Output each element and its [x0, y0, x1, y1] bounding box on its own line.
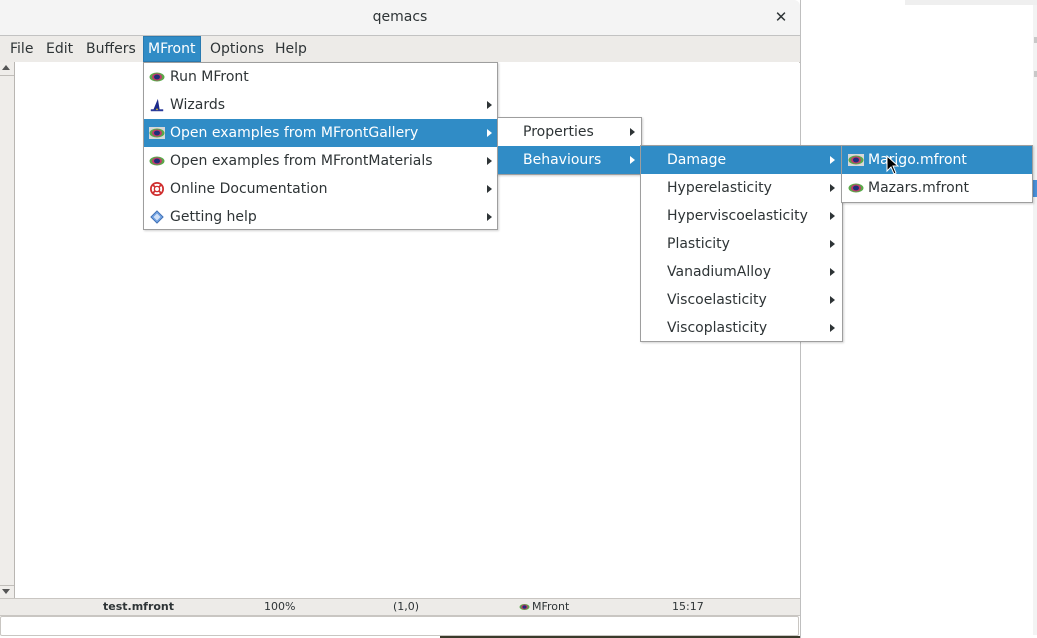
menu-item-label: Hyperelasticity — [667, 180, 772, 196]
mfront-menu: Run MFront Wizards Open examples from MF… — [143, 62, 498, 230]
status-cursor-position: (1,0) — [393, 600, 420, 613]
menu-bar: File Edit Buffers MFront Options Help — [0, 36, 800, 63]
menu-item-open-mfrontmaterials[interactable]: Open examples from MFrontMaterials — [144, 147, 497, 175]
behaviours-submenu: Damage Hyperelasticity Hyperviscoelastic… — [640, 145, 843, 342]
submenu-arrow-icon — [487, 129, 492, 137]
close-button[interactable]: ✕ — [772, 8, 790, 26]
menu-item-label: Wizards — [170, 97, 226, 113]
scroll-divider — [0, 585, 14, 586]
menu-item-label: Mazars.mfront — [868, 180, 970, 196]
submenu-arrow-icon — [830, 324, 835, 332]
menu-item-viscoplasticity[interactable]: Viscoplasticity — [641, 314, 842, 342]
submenu-arrow-icon — [487, 101, 492, 109]
menu-item-label: VanadiumAlloy — [667, 264, 772, 280]
background-window-edge — [1033, 5, 1037, 635]
status-time: 15:17 — [672, 600, 704, 613]
background-window-highlight — [1033, 180, 1037, 197]
help-diamond-icon — [150, 210, 164, 224]
close-icon: ✕ — [774, 8, 788, 26]
damage-submenu: Marigo.mfront Mazars.mfront — [841, 145, 1033, 203]
menu-item-label: Hyperviscoelasticity — [667, 208, 808, 224]
mfront-eye-icon — [519, 604, 530, 610]
menu-item-hyperelasticity[interactable]: Hyperelasticity — [641, 174, 842, 202]
menu-item-marigo-mfront[interactable]: Marigo.mfront — [842, 146, 1032, 174]
status-mode-label: MFront — [532, 600, 570, 613]
mfront-eye-icon — [149, 72, 165, 82]
submenu-arrow-icon — [487, 185, 492, 193]
menu-item-label: Run MFront — [170, 69, 249, 85]
status-zoom: 100% — [264, 600, 296, 613]
menubar-buffers[interactable]: Buffers — [82, 37, 140, 61]
menu-item-wizards[interactable]: Wizards — [144, 91, 497, 119]
submenu-arrow-icon — [487, 157, 492, 165]
menu-item-vanadiumalloy[interactable]: VanadiumAlloy — [641, 258, 842, 286]
menu-item-label: Online Documentation — [170, 181, 328, 197]
status-filename: test.mfront — [103, 600, 175, 613]
menu-item-label: Properties — [523, 124, 594, 140]
mfront-eye-icon — [149, 156, 165, 166]
wizard-hat-icon — [150, 98, 164, 112]
menubar-edit[interactable]: Edit — [42, 37, 77, 61]
menubar-options[interactable]: Options — [206, 37, 268, 61]
menu-item-hyperviscoelasticity[interactable]: Hyperviscoelasticity — [641, 202, 842, 230]
menu-item-online-documentation[interactable]: Online Documentation — [144, 175, 497, 203]
menu-item-label: Marigo.mfront — [868, 152, 967, 168]
menu-item-label: Behaviours — [523, 152, 602, 168]
minibuffer-input[interactable] — [0, 616, 799, 636]
submenu-arrow-icon — [830, 296, 835, 304]
menu-item-label: Viscoplasticity — [667, 320, 768, 336]
menu-item-label: Damage — [667, 152, 727, 168]
submenu-arrow-icon — [830, 240, 835, 248]
scroll-down-arrow-icon[interactable] — [2, 589, 10, 594]
submenu-arrow-icon — [830, 156, 835, 164]
menu-item-label: Open examples from MFrontMaterials — [170, 153, 433, 169]
menubar-mfront[interactable]: MFront — [143, 36, 201, 62]
scroll-divider — [0, 75, 14, 76]
menu-item-label: Getting help — [170, 209, 257, 225]
menu-item-mazars-mfront[interactable]: Mazars.mfront — [842, 174, 1032, 202]
status-bar: test.mfront 100% (1,0) MFront 15:17 — [0, 598, 800, 616]
menu-item-open-mfrontgallery[interactable]: Open examples from MFrontGallery — [144, 119, 497, 147]
submenu-arrow-icon — [630, 128, 635, 136]
menu-item-getting-help[interactable]: Getting help — [144, 203, 497, 231]
window-title: qemacs — [372, 9, 428, 25]
menubar-file[interactable]: File — [6, 37, 37, 61]
menu-item-plasticity[interactable]: Plasticity — [641, 230, 842, 258]
submenu-arrow-icon — [487, 213, 492, 221]
menu-item-properties[interactable]: Properties — [498, 118, 641, 146]
menu-item-label: Open examples from MFrontGallery — [170, 125, 419, 141]
menubar-help[interactable]: Help — [271, 37, 311, 61]
menu-item-label: Viscoelasticity — [667, 292, 767, 308]
menu-item-behaviours[interactable]: Behaviours — [498, 146, 641, 174]
submenu-arrow-icon — [830, 212, 835, 220]
title-bar[interactable]: qemacs ✕ — [0, 0, 800, 36]
mfront-eye-icon — [848, 183, 864, 193]
submenu-arrow-icon — [830, 184, 835, 192]
submenu-arrow-icon — [630, 156, 635, 164]
mfront-eye-icon — [848, 154, 864, 166]
status-mode: MFront — [519, 600, 569, 614]
mfront-eye-icon — [149, 127, 165, 139]
menu-item-viscoelasticity[interactable]: Viscoelasticity — [641, 286, 842, 314]
menu-item-run-mfront[interactable]: Run MFront — [144, 63, 497, 91]
submenu-arrow-icon — [830, 268, 835, 276]
menu-item-damage[interactable]: Damage — [641, 146, 842, 174]
background-window-edge — [905, 0, 1037, 5]
mfrontgallery-submenu: Properties Behaviours — [497, 117, 642, 175]
menu-item-label: Plasticity — [667, 236, 730, 252]
lifebuoy-icon — [150, 182, 164, 196]
vertical-scrollbar[interactable] — [0, 62, 15, 598]
scroll-up-arrow-icon[interactable] — [2, 65, 10, 70]
